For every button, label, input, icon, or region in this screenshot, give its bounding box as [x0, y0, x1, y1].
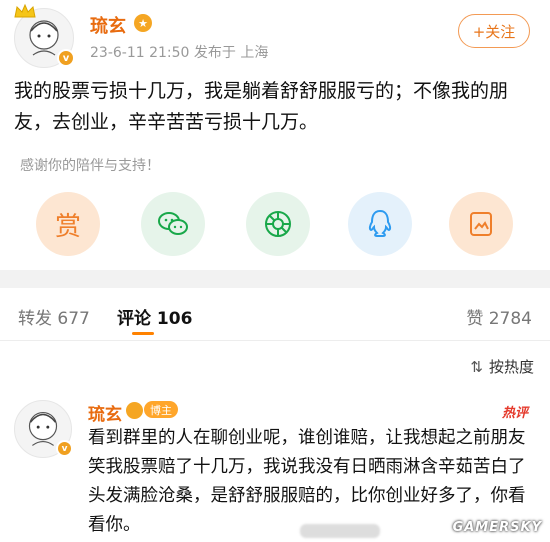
reward-label: 赏 — [54, 211, 81, 242]
tabs-divider — [0, 340, 550, 341]
hot-comment-tag: 热评 — [501, 406, 528, 421]
sort-toggle[interactable]: ⇅ 按热度 — [470, 356, 534, 377]
interaction-tabs: 转发 677 评论 106 赞 2784 — [0, 288, 550, 340]
qq-icon — [368, 209, 392, 237]
moments-icon — [265, 211, 291, 237]
tab-repost[interactable]: 转发 677 — [18, 304, 90, 329]
post-meta: 23-6-11 21:50 发布于 上海 — [90, 45, 269, 61]
tab-comment[interactable]: 评论 106 — [117, 304, 192, 329]
section-divider — [0, 270, 550, 288]
comment-avatar[interactable]: v — [14, 400, 73, 458]
comment-username[interactable]: 琉玄 — [88, 400, 122, 425]
wechat-icon — [158, 212, 188, 235]
thanks-text: 感谢你的陪伴与支持！ — [20, 158, 160, 174]
tab-active-indicator — [132, 332, 154, 335]
medal-icon: ★ — [134, 14, 152, 32]
post-body: 我的股票亏损十几万，我是躺着舒舒服服亏的；不像我的朋友，去创业，辛辛苦苦亏损十几… — [14, 80, 509, 133]
tab-like[interactable]: 赞 2784 — [466, 304, 532, 329]
crown-icon — [14, 3, 36, 18]
qq-share-button[interactable] — [348, 192, 412, 256]
sort-icon: ⇅ — [470, 357, 483, 376]
verified-badge: v — [56, 440, 73, 457]
verified-badge: v — [57, 49, 75, 67]
moments-share-button[interactable] — [246, 192, 310, 256]
author-badge: 博主 — [144, 401, 178, 418]
share-row: 赏 — [36, 192, 516, 256]
avatar[interactable]: v — [14, 3, 75, 68]
wechat-share-button[interactable] — [141, 192, 205, 256]
overlay-smudge — [300, 524, 380, 538]
medal-icon — [126, 402, 143, 419]
save-image-button[interactable] — [449, 192, 513, 256]
post-card: v 琉玄 ★ 23-6-11 21:50 发布于 上海 +关注 我的股票亏损十几… — [0, 0, 550, 270]
follow-button[interactable]: +关注 — [458, 14, 530, 48]
sort-label: 按热度 — [488, 358, 534, 376]
post-username[interactable]: 琉玄 — [90, 12, 126, 38]
watermark: GAMERSKY — [452, 520, 542, 535]
reward-button[interactable]: 赏 — [36, 192, 100, 256]
save-image-icon — [470, 212, 492, 236]
